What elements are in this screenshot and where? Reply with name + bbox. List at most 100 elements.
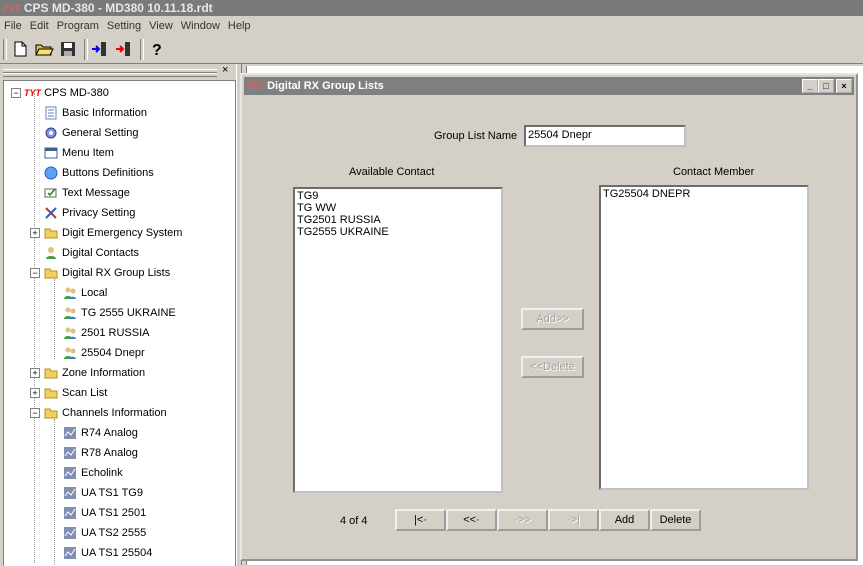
tree-item-general-setting[interactable]: General Setting	[44, 124, 138, 142]
tree-item-buttons-definitions[interactable]: Buttons Definitions	[44, 164, 154, 182]
tree-item-label: Digital RX Group Lists	[62, 267, 171, 279]
list-item[interactable]: TG2501 RUSSIA	[297, 214, 499, 226]
add-record-button[interactable]: Add	[599, 509, 650, 531]
previous-record-button[interactable]: <<·	[446, 509, 497, 531]
tree-collapse-toggle[interactable]: −	[30, 268, 40, 278]
tree-item-label: UA TS1 2501	[81, 507, 147, 519]
tyt-logo-icon: TYT	[24, 88, 41, 98]
tree-item-privacy-setting[interactable]: Privacy Setting	[44, 204, 135, 222]
menu-window[interactable]: Window	[177, 16, 224, 36]
available-contact-list[interactable]: TG9 TG WW TG2501 RUSSIA TG2555 UKRAINE	[293, 187, 503, 493]
tree-item-channel[interactable]: R74 Analog	[63, 424, 138, 442]
tree-item-digital-contacts[interactable]: Digital Contacts	[44, 244, 139, 262]
tree-item-label: Echolink	[81, 467, 123, 479]
tree-item-basic-information[interactable]: Basic Information	[44, 104, 147, 122]
tree-item-text-message[interactable]: Text Message	[44, 184, 130, 202]
svg-text:?: ?	[152, 42, 162, 59]
help-icon[interactable]: ?	[146, 39, 166, 59]
privacy-tools-icon	[45, 207, 57, 219]
menu-help[interactable]: Help	[224, 16, 255, 36]
menu-edit[interactable]: Edit	[26, 16, 53, 36]
open-folder-icon	[44, 268, 58, 279]
tree-item-2501-russia[interactable]: 2501 RUSSIA	[63, 324, 149, 342]
window-title: Digital RX Group Lists	[267, 80, 384, 92]
button-circle-icon	[44, 166, 58, 180]
available-contact-label: Available Contact	[349, 166, 435, 178]
toolbar-grip	[3, 39, 7, 60]
tree-guide-line	[54, 279, 55, 359]
list-item[interactable]: TG WW	[297, 202, 499, 214]
tree-item-local[interactable]: Local	[63, 284, 107, 302]
minimize-button[interactable]: _	[802, 79, 818, 93]
list-item[interactable]: TG25504 DNEPR	[603, 188, 805, 200]
group-contacts-icon	[64, 327, 76, 340]
page-counter: 4 of 4	[340, 515, 368, 527]
gear-icon	[45, 127, 57, 139]
channel-signal-icon	[64, 547, 76, 560]
open-folder-icon	[44, 408, 58, 419]
tree-item-label: General Setting	[62, 127, 139, 139]
tree-item-label: Digit Emergency System	[62, 227, 183, 239]
tree-item-channel[interactable]: UA TS1 TG9	[63, 484, 143, 502]
tree-expand-toggle[interactable]: +	[30, 228, 40, 238]
folder-icon	[44, 388, 58, 399]
close-button[interactable]: ×	[836, 79, 852, 93]
tree-item-channel[interactable]: UA TS1 25504	[63, 544, 152, 562]
next-record-button[interactable]: ·>>	[497, 509, 548, 531]
tree-item-channels-information[interactable]: Channels Information	[44, 404, 167, 422]
write-radio-icon[interactable]	[114, 39, 134, 59]
menu-program[interactable]: Program	[53, 16, 103, 36]
toolbar: ?	[0, 36, 863, 64]
tree-collapse-toggle[interactable]: −	[30, 408, 40, 418]
tree-item-channel[interactable]: UA TS2 2555	[63, 524, 146, 542]
menu-view[interactable]: View	[145, 16, 177, 36]
channel-signal-icon	[64, 507, 76, 520]
maximize-button[interactable]: □	[818, 79, 834, 93]
channel-signal-icon	[64, 427, 76, 440]
tree-expand-toggle[interactable]: +	[30, 388, 40, 398]
tree-item-scan-list[interactable]: Scan List	[44, 384, 107, 402]
tree-item-digit-emergency-system[interactable]: Digit Emergency System	[44, 224, 182, 242]
tree-root[interactable]: TYT CPS MD-380	[24, 84, 109, 102]
tree-item-label: Buttons Definitions	[62, 167, 154, 179]
read-radio-icon[interactable]	[90, 39, 110, 59]
tree-item-label: R78 Analog	[81, 447, 138, 459]
tree-item-digital-rx-group-lists[interactable]: Digital RX Group Lists	[44, 264, 170, 282]
tree-item-label: Channels Information	[62, 407, 167, 419]
window-title-bar: TYT Digital RX Group Lists _ □ ×	[244, 77, 854, 95]
tree-expand-toggle[interactable]: +	[30, 368, 40, 378]
tree-item-channel[interactable]: R78 Analog	[63, 444, 138, 462]
tree-item-25504-dnepr[interactable]: 25504 Dnepr	[63, 344, 145, 362]
tree-item-label: 25504 Dnepr	[81, 347, 145, 359]
group-list-name-input[interactable]: 25504 Dnepr	[524, 125, 686, 147]
tree-item-label: Menu Item	[62, 147, 114, 159]
tyt-logo-icon: TYT	[247, 81, 264, 91]
tree-item-zone-information[interactable]: Zone Information	[44, 364, 145, 382]
channel-signal-icon	[64, 487, 76, 500]
save-disk-icon[interactable]	[58, 39, 78, 59]
add-to-members-button[interactable]: Add>>	[521, 308, 584, 330]
list-item[interactable]: TG9	[297, 190, 499, 202]
tree-item-channel[interactable]: Echolink	[63, 464, 123, 482]
tree-item-tg-2555-ukraine[interactable]: TG 2555 UKRAINE	[63, 304, 176, 322]
open-folder-icon[interactable]	[34, 39, 54, 59]
tree-item-label: Text Message	[62, 187, 130, 199]
tree-item-channel[interactable]: UA TS1 2501	[63, 504, 146, 522]
first-record-button[interactable]: |<·	[395, 509, 446, 531]
delete-record-button[interactable]: Delete	[650, 509, 701, 531]
tree-collapse-toggle[interactable]: −	[11, 88, 21, 98]
tree-item-menu-item[interactable]: Menu Item	[44, 144, 114, 162]
tree-item-label: TG 2555 UKRAINE	[81, 307, 176, 319]
tree-guide-line	[34, 93, 35, 563]
menu-bar: File Edit Program Setting View Window Help	[0, 16, 863, 36]
menu-setting[interactable]: Setting	[103, 16, 145, 36]
tree-pane-close-icon[interactable]: ×	[222, 64, 228, 76]
menu-file[interactable]: File	[0, 16, 26, 36]
contact-member-label: Contact Member	[673, 166, 755, 178]
delete-from-members-button[interactable]: <<Delete	[521, 356, 584, 378]
new-file-icon[interactable]	[10, 39, 30, 59]
last-record-button[interactable]: ·>|	[548, 509, 599, 531]
contact-member-list[interactable]: TG25504 DNEPR	[599, 185, 809, 490]
list-item[interactable]: TG2555 UKRAINE	[297, 226, 499, 238]
folder-icon	[44, 228, 58, 239]
